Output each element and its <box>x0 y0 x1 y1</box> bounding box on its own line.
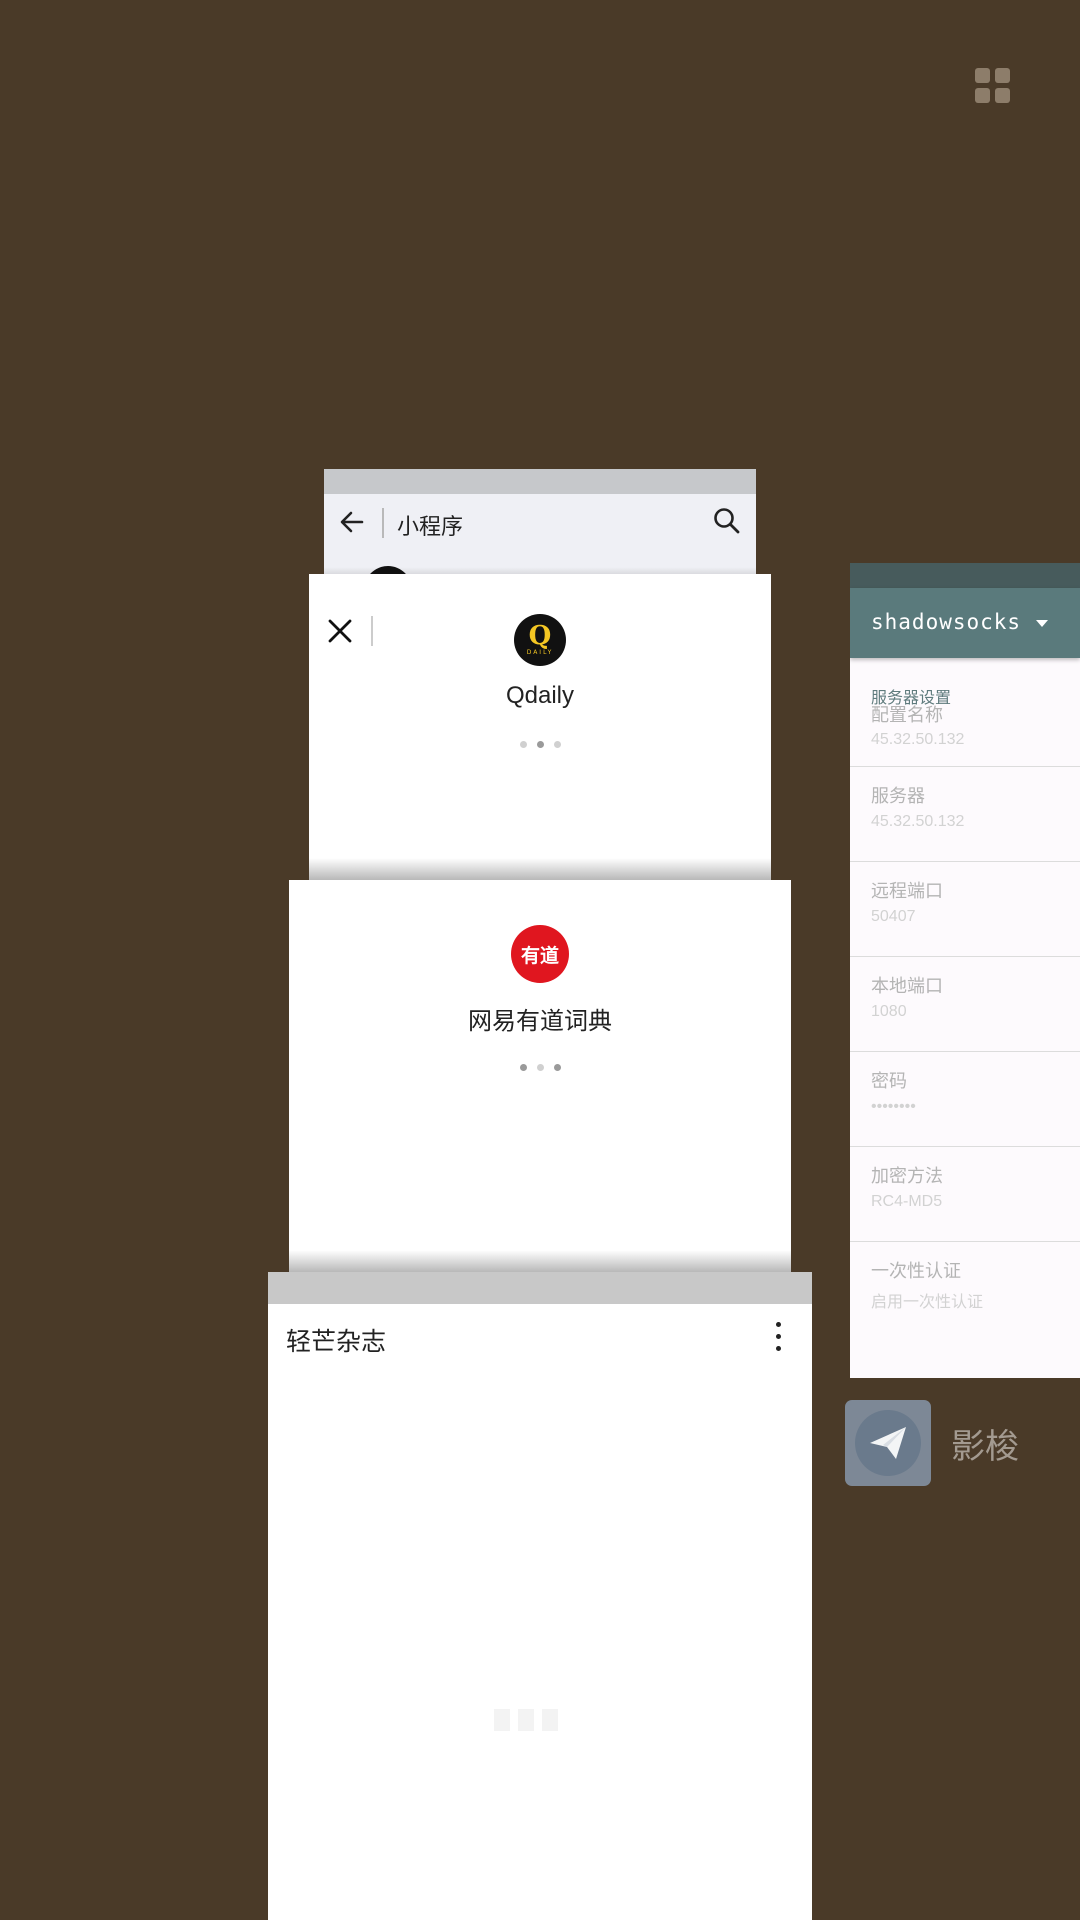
chevron-down-icon[interactable] <box>1036 620 1048 627</box>
recent-card-mini-program[interactable]: 小程序 <box>324 469 756 589</box>
status-bar <box>324 469 756 494</box>
setting-item-encryption[interactable]: 加密方法 RC4-MD5 <box>850 1147 1080 1242</box>
loading-placeholder <box>494 1709 558 1731</box>
card-shadow <box>289 1250 791 1272</box>
setting-label: 加密方法 <box>871 1166 943 1187</box>
setting-value: RC4-MD5 <box>871 1193 943 1210</box>
status-bar <box>850 563 1080 588</box>
setting-label: 本地端口 <box>871 976 943 997</box>
setting-value: 启用一次性认证 <box>871 1294 984 1311</box>
page-title: 轻芒杂志 <box>286 1327 387 1356</box>
setting-label: 远程端口 <box>871 881 943 902</box>
setting-value: •••••••• <box>871 1098 916 1115</box>
paper-plane-icon <box>845 1400 931 1486</box>
setting-value: 1080 <box>871 1003 907 1020</box>
recent-app-label-shadowsocks[interactable]: 影梭 <box>845 1400 1019 1486</box>
app-title[interactable]: shadowsocks <box>871 610 1021 634</box>
logo-letter: Q <box>528 621 552 651</box>
dot <box>536 1064 544 1071</box>
setting-label: 配置名称 <box>871 705 943 726</box>
dot <box>553 741 561 748</box>
dot <box>519 741 527 748</box>
app-label: 影梭 <box>951 1426 1019 1467</box>
more-vertical-icon[interactable] <box>776 1322 782 1356</box>
setting-label: 一次性认证 <box>871 1261 961 1282</box>
loading-dots <box>289 1064 791 1071</box>
card-shadow <box>309 858 771 880</box>
top-bar: 小程序 <box>324 494 756 554</box>
logo-text: 有道 <box>520 944 559 967</box>
page-title: 小程序 <box>397 515 464 540</box>
setting-item-local-port[interactable]: 本地端口 1080 <box>850 957 1080 1052</box>
section-header: 服务器设置 <box>871 688 952 707</box>
loading-dots <box>309 741 771 748</box>
setting-value: 45.32.50.132 <box>871 813 965 830</box>
arrow-left-icon[interactable] <box>338 508 366 540</box>
app-name: Qdaily <box>505 682 575 709</box>
setting-label: 服务器 <box>871 786 925 807</box>
setting-item-password[interactable]: 密码 •••••••• <box>850 1052 1080 1147</box>
recent-card-shadowsocks[interactable]: shadowsocks 服务器设置 配置名称 45.32.50.132 服务器 … <box>850 563 1080 1378</box>
dot <box>553 1064 561 1071</box>
qdaily-logo-icon: Q DAILY <box>514 614 566 666</box>
recent-card-youdao[interactable]: 有道 网易有道词典 <box>289 880 791 1272</box>
setting-value: 45.32.50.132 <box>871 731 965 748</box>
dot <box>536 741 544 748</box>
dot <box>519 1064 527 1071</box>
recent-card-qdaily[interactable]: Q DAILY Qdaily <box>309 574 771 880</box>
status-bar <box>268 1272 812 1304</box>
youdao-logo-icon: 有道 <box>511 925 569 983</box>
close-icon[interactable] <box>327 618 353 648</box>
setting-item-profile-name[interactable]: 配置名称 45.32.50.132 <box>850 696 1080 767</box>
search-icon[interactable] <box>712 506 742 540</box>
setting-label: 密码 <box>871 1071 907 1092</box>
divider <box>371 616 373 646</box>
recent-card-qingmang[interactable]: 轻芒杂志 <box>268 1272 812 1920</box>
setting-value: 50407 <box>871 908 916 925</box>
setting-item-remote-port[interactable]: 远程端口 50407 <box>850 862 1080 957</box>
divider <box>382 508 384 538</box>
setting-item-server[interactable]: 服务器 45.32.50.132 <box>850 767 1080 862</box>
setting-item-one-time-auth[interactable]: 一次性认证 启用一次性认证 <box>850 1242 1080 1336</box>
logo-subtext: DAILY <box>526 649 554 656</box>
grid-icon[interactable] <box>975 68 1011 104</box>
app-toolbar: shadowsocks <box>850 588 1080 658</box>
app-name: 网易有道词典 <box>468 1007 612 1035</box>
